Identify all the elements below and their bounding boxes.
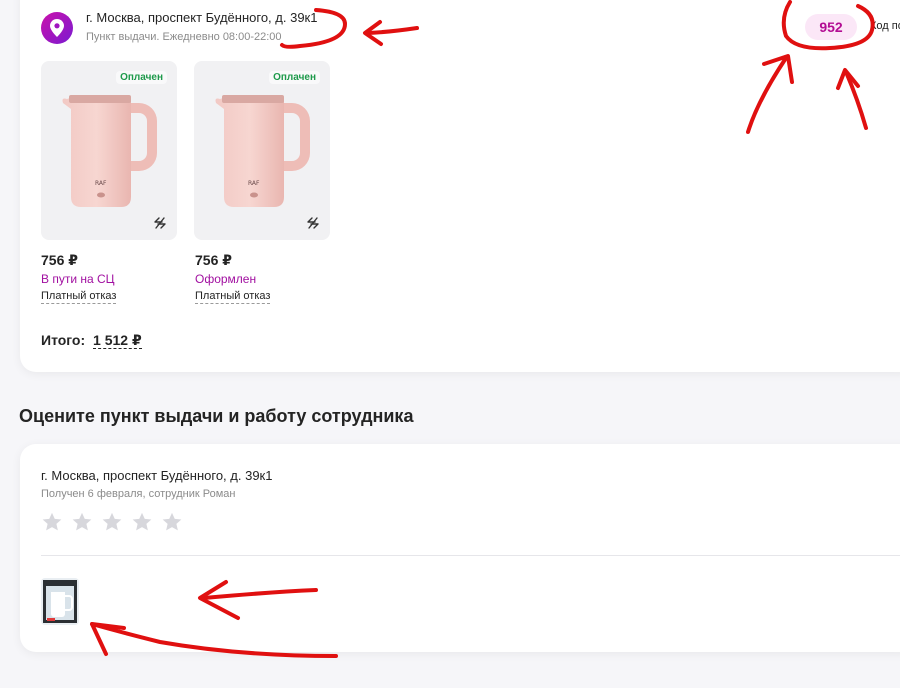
product-status: Оформлен bbox=[195, 272, 257, 286]
product-status: В пути на СЦ bbox=[41, 272, 115, 286]
received-product-thumbnail[interactable] bbox=[41, 578, 79, 625]
pickup-code-label: Код по bbox=[870, 20, 900, 32]
pickup-code-badge[interactable]: 952 bbox=[805, 14, 857, 40]
product-price: 756 ₽ bbox=[195, 252, 232, 268]
order-total: Итого: 1 512 ₽ bbox=[41, 332, 142, 349]
product-card-2[interactable]: Оплачен RAF bbox=[194, 61, 330, 240]
star-icon[interactable] bbox=[41, 511, 63, 533]
return-icon bbox=[307, 217, 319, 229]
kettle-image: RAF bbox=[215, 95, 310, 207]
pickup-address: г. Москва, проспект Будённого, д. 39к1 bbox=[86, 10, 318, 25]
received-info: Получен 6 февраля, сотрудник Роман bbox=[41, 488, 236, 500]
total-value[interactable]: 1 512 ₽ bbox=[93, 332, 142, 349]
paid-refusal-link[interactable]: Платный отказ bbox=[41, 290, 117, 304]
product-price: 756 ₽ bbox=[41, 252, 78, 268]
paid-badge: Оплачен bbox=[269, 71, 320, 84]
rating-section-title: Оцените пункт выдачи и работу сотрудника bbox=[19, 406, 414, 426]
star-icon[interactable] bbox=[131, 511, 153, 533]
star-rating bbox=[41, 511, 183, 533]
paid-refusal-link[interactable]: Платный отказ bbox=[195, 290, 271, 304]
svg-text:RAF: RAF bbox=[95, 180, 107, 187]
paid-badge: Оплачен bbox=[116, 71, 167, 84]
divider bbox=[41, 555, 900, 556]
product-card-1[interactable]: Оплачен RAF bbox=[41, 61, 177, 240]
rating-address: г. Москва, проспект Будённого, д. 39к1 bbox=[41, 468, 273, 483]
total-label: Итого: bbox=[41, 332, 86, 348]
star-icon[interactable] bbox=[71, 511, 93, 533]
kettle-image: RAF bbox=[62, 95, 157, 207]
svg-text:RAF: RAF bbox=[248, 180, 260, 187]
kettle-box-image bbox=[43, 580, 77, 623]
location-pin-icon bbox=[41, 12, 73, 44]
star-icon[interactable] bbox=[161, 511, 183, 533]
pickup-schedule: Пункт выдачи. Ежедневно 08:00-22:00 bbox=[86, 31, 282, 43]
return-icon bbox=[154, 217, 166, 229]
star-icon[interactable] bbox=[101, 511, 123, 533]
